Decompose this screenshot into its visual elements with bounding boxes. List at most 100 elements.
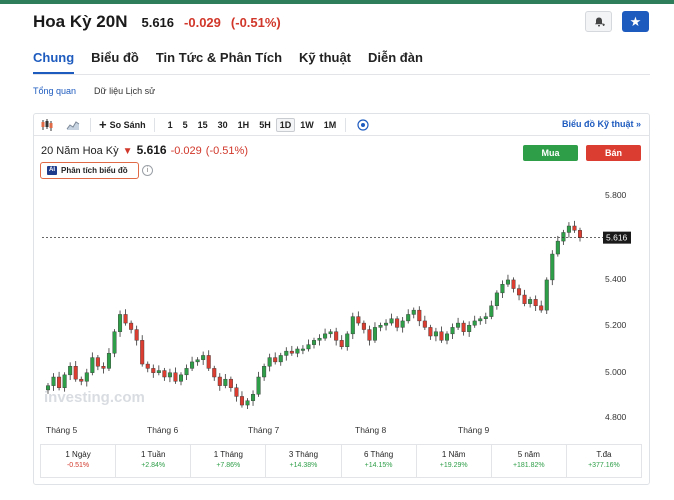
candle-body [251, 394, 256, 401]
period-value: +377.16% [588, 462, 620, 469]
candle-body [505, 279, 510, 285]
candle-body [156, 370, 161, 373]
period-cell[interactable]: T.đa +377.16% [567, 445, 641, 477]
x-tick-label: Tháng 7 [248, 425, 279, 435]
candle-body [378, 325, 383, 328]
candle-body [572, 225, 577, 231]
price-chart[interactable]: investing.com 5.800 5.400 5.200 5.000 4.800 Th… [0, 0, 674, 500]
candle-body [201, 355, 206, 360]
candle-body [384, 322, 389, 326]
candle-body [245, 400, 250, 406]
candle-body [206, 355, 211, 369]
period-label: 1 Ngày [65, 450, 91, 459]
candle-body [289, 350, 294, 354]
candle-body [522, 294, 527, 304]
candle-body [262, 366, 267, 378]
period-value: -0.51% [66, 462, 90, 469]
candle-body [483, 316, 488, 319]
period-cell[interactable]: 5 năm +181.82% [492, 445, 567, 477]
period-label: 1 Tháng [213, 450, 243, 459]
candle-body [389, 318, 394, 324]
period-cell[interactable]: 1 Năm +19.29% [417, 445, 492, 477]
period-cell[interactable]: 6 Tháng +14.15% [342, 445, 417, 477]
x-tick-label: Tháng 6 [147, 425, 178, 435]
candle-body [129, 322, 134, 330]
candle-body [51, 376, 56, 386]
period-value: +181.82% [512, 462, 545, 469]
candle-body [561, 232, 566, 242]
candle-body [106, 353, 111, 369]
candle-body [234, 387, 239, 397]
candle-body [195, 359, 200, 363]
x-tick-label: Tháng 8 [355, 425, 386, 435]
candle-body [95, 357, 100, 367]
last-price-label: 5.616 [606, 233, 628, 243]
candle-body [467, 325, 472, 332]
candle-body [400, 320, 405, 328]
candle-body [494, 292, 499, 307]
candle-body [539, 305, 544, 311]
x-tick-label: Tháng 9 [458, 425, 489, 435]
candle-body [273, 357, 278, 363]
candle-body [395, 318, 400, 328]
y-tick-label: 5.200 [605, 320, 627, 330]
candle-body [422, 320, 427, 328]
candle-body [312, 340, 317, 345]
period-value: +2.84% [141, 462, 166, 469]
candle-body [212, 368, 217, 378]
period-label: T.đa [596, 450, 612, 459]
period-cell[interactable]: 1 Tuần +2.84% [116, 445, 192, 477]
candle-body [278, 355, 283, 363]
candle-body [173, 372, 178, 382]
candle-body [73, 366, 78, 380]
candle-body [461, 322, 466, 332]
candle-body [517, 288, 522, 296]
candle-body [167, 372, 172, 378]
candle-body [533, 299, 538, 307]
candle-body [356, 316, 361, 324]
candle-body [101, 366, 106, 369]
candle-body [406, 314, 411, 322]
candle-body [112, 331, 117, 354]
candle-body [306, 344, 311, 350]
period-value: +19.29% [439, 462, 468, 469]
candle-body [433, 331, 438, 337]
period-label: 3 Tháng [288, 450, 319, 459]
candle-body [339, 340, 344, 348]
candle-body [328, 331, 333, 335]
candle-body [428, 327, 433, 337]
candle-body [300, 348, 305, 351]
candle-body [450, 327, 455, 335]
candle-body [489, 305, 494, 317]
candle-body [478, 318, 483, 322]
candle-body [79, 378, 84, 382]
candle-body [472, 320, 477, 326]
candle-body [439, 331, 444, 341]
candle-body [62, 374, 67, 388]
candle-body [57, 376, 62, 388]
candle-body [317, 337, 322, 341]
candle-body [284, 350, 289, 356]
candle-body [566, 225, 571, 233]
candle-body [528, 299, 533, 304]
period-cell[interactable]: 3 Tháng +14.38% [266, 445, 342, 477]
candle-body [417, 309, 422, 322]
y-tick-label: 5.000 [605, 367, 627, 377]
period-cell[interactable]: 1 Ngày -0.51% [41, 445, 117, 477]
candle-body [118, 314, 123, 332]
candle-body [140, 340, 145, 365]
period-value: +7.86% [216, 462, 241, 469]
candle-body [90, 357, 95, 373]
period-cell[interactable]: 1 Tháng +7.86% [191, 445, 267, 477]
watermark: investing.com [44, 389, 145, 406]
candle-body [217, 376, 222, 386]
candle-body [445, 333, 450, 341]
candle-body [500, 284, 505, 294]
candle-body [256, 376, 261, 395]
candle-body [151, 368, 156, 373]
candle-body [184, 368, 189, 376]
candle-body [367, 329, 372, 341]
candle-body [345, 333, 350, 348]
candle-body [145, 363, 150, 369]
candle-body [84, 372, 89, 382]
